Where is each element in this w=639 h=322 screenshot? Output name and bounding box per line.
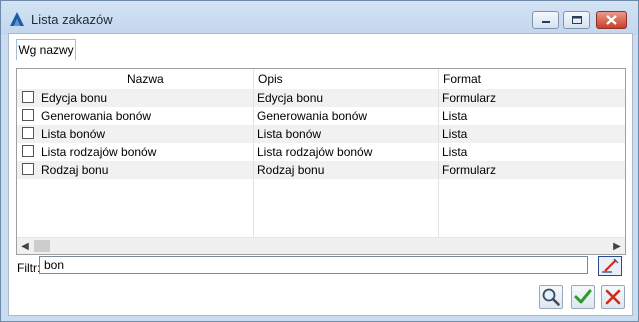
comarch-logo-icon	[10, 12, 24, 26]
column-divider	[253, 69, 254, 237]
cell-opis: Lista bonów	[257, 127, 322, 141]
window: Lista zakazów Wg nazwy Nazwa Opis Format…	[0, 0, 639, 322]
magnifier-icon	[542, 288, 560, 306]
search-button[interactable]	[539, 285, 563, 309]
scroll-left-icon[interactable]: ◀	[17, 238, 33, 254]
cell-format: Formularz	[442, 91, 497, 105]
table-row[interactable]: Lista bonów Lista bonów Lista	[17, 125, 625, 143]
window-title: Lista zakazów	[31, 12, 113, 27]
cell-format: Lista	[442, 127, 468, 141]
checkmark-icon	[574, 289, 592, 304]
table-row[interactable]: Edycja bonu Edycja bonu Formularz	[17, 89, 625, 107]
cell-format: Formularz	[442, 163, 497, 177]
client-area: Wg nazwy Nazwa Opis Format Edycja bonu E…	[8, 33, 633, 316]
close-icon	[606, 15, 617, 25]
close-window-button[interactable]	[596, 11, 627, 29]
cell-nazwa: Lista bonów	[41, 127, 106, 141]
cell-format: Lista	[442, 109, 468, 123]
cell-nazwa: Edycja bonu	[41, 91, 108, 105]
cell-opis: Lista rodzajów bonów	[257, 145, 373, 159]
data-grid: Nazwa Opis Format Edycja bonu Edycja bon…	[16, 68, 626, 255]
row-checkbox[interactable]	[22, 163, 34, 175]
filter-label: Filtr:	[17, 261, 41, 275]
column-header-nazwa[interactable]: Nazwa	[127, 69, 164, 89]
grid-header: Nazwa Opis Format	[17, 69, 625, 90]
row-checkbox[interactable]	[22, 145, 34, 157]
clear-filter-icon	[602, 258, 619, 273]
row-checkbox[interactable]	[22, 109, 34, 121]
scroll-right-icon[interactable]: ▶	[609, 238, 625, 254]
column-divider	[438, 69, 439, 237]
cell-format: Lista	[442, 145, 468, 159]
horizontal-scrollbar[interactable]: ◀ ▶	[17, 237, 625, 254]
scrollbar-thumb[interactable]	[34, 240, 50, 252]
table-row[interactable]: Lista rodzajów bonów Lista rodzajów bonó…	[17, 143, 625, 161]
tab-wg-nazwy[interactable]: Wg nazwy	[16, 39, 76, 60]
cell-nazwa: Rodzaj bonu	[41, 163, 109, 177]
cancel-button[interactable]	[601, 285, 625, 309]
confirm-button[interactable]	[571, 285, 595, 309]
maximize-button[interactable]	[563, 11, 590, 29]
table-row[interactable]: Rodzaj bonu Rodzaj bonu Formularz	[17, 161, 625, 179]
cell-opis: Rodzaj bonu	[257, 163, 325, 177]
cross-icon	[605, 289, 621, 305]
table-row[interactable]: Generowania bonów Generowania bonów List…	[17, 107, 625, 125]
filter-input[interactable]	[39, 256, 588, 274]
cell-opis: Edycja bonu	[257, 91, 324, 105]
row-checkbox[interactable]	[22, 127, 34, 139]
column-header-format[interactable]: Format	[443, 69, 481, 89]
column-header-opis[interactable]: Opis	[258, 69, 283, 89]
clear-filter-button[interactable]	[598, 256, 622, 276]
title-bar[interactable]: Lista zakazów	[1, 1, 638, 35]
minimize-button[interactable]	[532, 11, 559, 29]
cell-nazwa: Lista rodzajów bonów	[41, 145, 157, 159]
maximize-icon	[572, 16, 582, 24]
row-checkbox[interactable]	[22, 91, 34, 103]
minimize-icon	[542, 21, 550, 23]
cell-nazwa: Generowania bonów	[41, 109, 152, 123]
cell-opis: Generowania bonów	[257, 109, 368, 123]
